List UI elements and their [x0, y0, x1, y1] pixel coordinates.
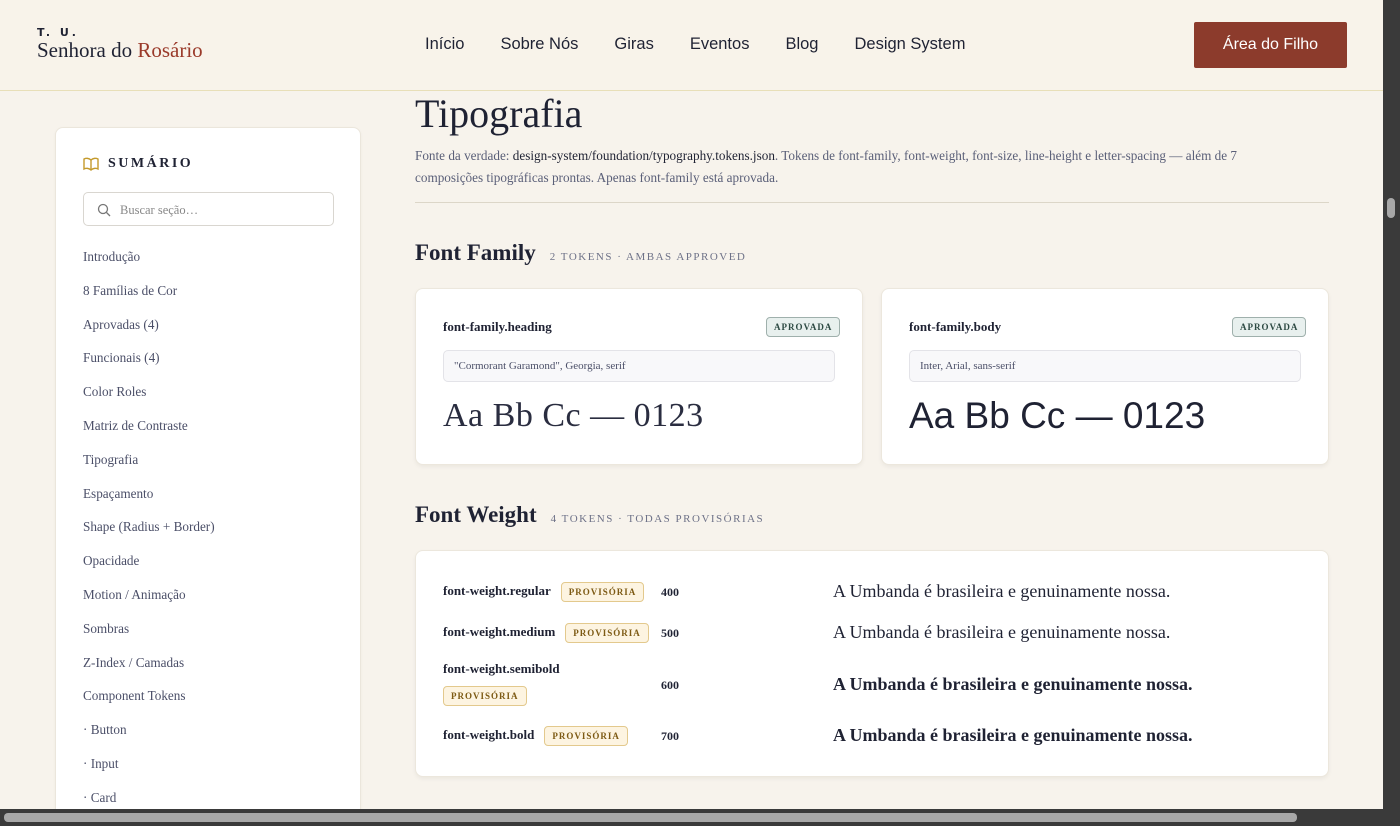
status-badge: PROVISÓRIA [560, 582, 645, 602]
status-badge: PROVISÓRIA [544, 726, 628, 746]
logo-accent: Rosário [137, 38, 203, 62]
font-weight-card: font-weight.regular PROVISÓRIA 400 A Umb… [415, 550, 1329, 777]
logo[interactable]: Senhora do Rosário [37, 38, 203, 63]
section-search-input[interactable] [120, 199, 325, 221]
divider [415, 202, 1329, 203]
area-do-filho-button[interactable]: Área do Filho [1194, 22, 1347, 68]
logo-name: Senhora do [37, 38, 138, 62]
sidebar-item-component-tokens[interactable]: Component Tokens [83, 687, 215, 721]
font-weight-meta: 4 TOKENS · TODAS PROVISÓRIAS [550, 513, 765, 525]
sidebar-item-espacamento[interactable]: Espaçamento [83, 485, 215, 519]
table-row: font-weight.semibold PROVISÓRIA 600 A Um… [443, 661, 1323, 709]
sidebar-item-shape[interactable]: Shape (Radius + Border) [83, 518, 215, 552]
sidebar-item-sombras[interactable]: Sombras [83, 620, 215, 654]
book-icon [83, 157, 99, 171]
sidebar-item-input[interactable]: · Input [83, 755, 215, 789]
sidebar-item-button[interactable]: · Button [83, 721, 215, 755]
intro-tokens: font-family, font-weight, font-size, lin… [838, 148, 1166, 163]
sidebar-item-tipografia[interactable]: Tipografia [83, 451, 215, 485]
token-name: font-family.heading [443, 319, 552, 334]
horizontal-scrollbar-thumb[interactable] [4, 813, 1297, 822]
status-badge: PROVISÓRIA [443, 686, 527, 706]
intro-mid: . Tokens de [774, 148, 839, 163]
font-family-heading: Font Family 2 TOKENS · AMBAS APPROVED [415, 240, 746, 266]
nav-giras[interactable]: Giras [614, 35, 653, 54]
type-sample: Aa Bb Cc — 0123 [443, 397, 704, 434]
intro-text: Fonte da verdade: design-system/foundati… [415, 145, 1245, 189]
status-badge: PROVISÓRIA [565, 623, 649, 643]
summary-title-text: SUMÁRIO [108, 156, 194, 171]
sidebar-item-matriz-de-contraste[interactable]: Matriz de Contraste [83, 417, 215, 451]
site-header: T. U. Senhora do Rosário Início Sobre Nó… [0, 0, 1383, 91]
token-value: Inter, Arial, sans-serif [909, 350, 1301, 382]
nav-design-system[interactable]: Design System [854, 35, 965, 54]
intro-prefix: Fonte da verdade: [415, 148, 513, 163]
font-weight-title: Font Weight [415, 502, 537, 527]
weight-sample: A Umbanda é brasileira e genuinamente no… [833, 581, 1171, 601]
sidebar-item-opacidade[interactable]: Opacidade [83, 552, 215, 586]
page-title: Tipografia [415, 91, 583, 136]
nav-blog[interactable]: Blog [785, 35, 818, 54]
table-row: font-weight.bold PROVISÓRIA 700 A Umband… [443, 725, 1323, 748]
font-weight-heading: Font Weight 4 TOKENS · TODAS PROVISÓRIAS [415, 502, 764, 528]
font-family-meta: 2 TOKENS · AMBAS APPROVED [549, 251, 747, 263]
token-name: font-weight.bold [443, 727, 535, 742]
weight-value: 400 [661, 585, 679, 599]
table-row: font-weight.medium PROVISÓRIA 500 A Umba… [443, 622, 1323, 645]
nav-eventos[interactable]: Eventos [690, 35, 750, 54]
summary-list: Introdução 8 Famílias de Cor Aprovadas (… [83, 248, 215, 823]
token-name: font-family.body [909, 319, 1002, 334]
token-card-heading: font-family.heading APROVADA "Cormorant … [415, 288, 863, 465]
vertical-scrollbar[interactable] [1383, 0, 1400, 826]
weight-sample: A Umbanda é brasileira e genuinamente no… [833, 725, 1193, 745]
summary-sidebar: SUMÁRIO Introdução 8 Famílias de Cor Apr… [55, 127, 361, 826]
table-row: font-weight.regular PROVISÓRIA 400 A Umb… [443, 581, 1323, 604]
summary-title: SUMÁRIO [83, 156, 193, 172]
main-nav: Início Sobre Nós Giras Eventos Blog Desi… [425, 35, 965, 54]
nav-sobre-nos[interactable]: Sobre Nós [500, 35, 578, 54]
horizontal-scrollbar[interactable] [0, 809, 1383, 826]
sidebar-item-funcionais[interactable]: Funcionais (4) [83, 349, 215, 383]
sidebar-item-aprovadas[interactable]: Aprovadas (4) [83, 316, 215, 350]
sidebar-item-introducao[interactable]: Introdução [83, 248, 215, 282]
token-name: font-weight.regular [443, 583, 551, 598]
status-badge: APROVADA [1232, 317, 1307, 337]
sidebar-item-familias-de-cor[interactable]: 8 Famílias de Cor [83, 282, 215, 316]
vertical-scrollbar-thumb[interactable] [1387, 198, 1395, 218]
type-sample: Aa Bb Cc — 0123 [909, 395, 1206, 436]
font-family-title: Font Family [415, 240, 536, 265]
weight-value: 500 [661, 626, 679, 640]
intro-path: design-system/foundation/typography.toke… [512, 148, 775, 163]
weight-value: 700 [661, 729, 679, 743]
status-badge: APROVADA [766, 317, 841, 337]
weight-sample: A Umbanda é brasileira e genuinamente no… [833, 674, 1193, 694]
search-icon [97, 203, 111, 217]
nav-inicio[interactable]: Início [425, 35, 464, 54]
token-card-body: font-family.body APROVADA Inter, Arial, … [881, 288, 1329, 465]
section-search [83, 192, 334, 226]
token-name: font-weight.medium [443, 624, 556, 639]
sidebar-item-motion[interactable]: Motion / Animação [83, 586, 215, 620]
sidebar-item-color-roles[interactable]: Color Roles [83, 383, 215, 417]
sidebar-item-z-index[interactable]: Z-Index / Camadas [83, 654, 215, 688]
weight-value: 600 [661, 678, 679, 692]
weight-sample: A Umbanda é brasileira e genuinamente no… [833, 622, 1171, 642]
token-value: "Cormorant Garamond", Georgia, serif [443, 350, 835, 382]
